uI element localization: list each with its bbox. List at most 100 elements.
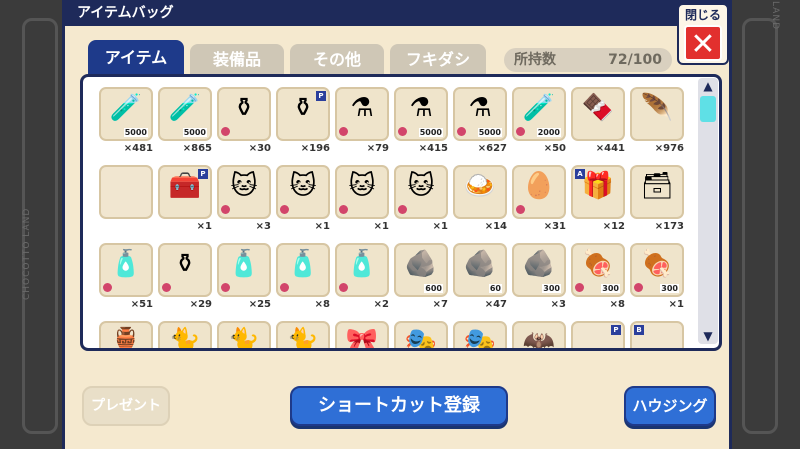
present-button[interactable]: プレゼント [82,386,170,426]
minus-badge-icon [221,283,230,292]
shortcut-button-label: ショートカット登録 [318,395,480,416]
item-value-badge: 300 [601,284,620,293]
tag-badge: A [575,169,585,179]
item-slot[interactable]: 🍛 [453,165,507,219]
item-slot[interactable]: 🐈 [276,321,330,348]
item-quantity: ×441 [595,143,625,154]
item-slot[interactable]: 🍖 300 [571,243,625,297]
item-quantity: ×14 [484,221,507,232]
item-value-badge: 300 [542,284,561,293]
item-slot[interactable]: ⚗ 5000 [394,87,448,141]
item-slot[interactable]: ⚱ [158,243,212,297]
minus-badge-icon [398,127,407,136]
item-slot[interactable]: ⚗ 5000 [453,87,507,141]
item-slot[interactable]: 🐱 [394,165,448,219]
shortcut-register-button[interactable]: ショートカット登録 [290,386,508,426]
close-button[interactable]: 閉じる ✕ [677,3,729,65]
item-slot[interactable]: 🧪 5000 [158,87,212,141]
item-value-badge: 5000 [418,128,443,137]
scroll-down-icon[interactable]: ▼ [701,330,715,342]
minus-badge-icon [103,283,112,292]
item-value-badge: 5000 [182,128,207,137]
item-slot[interactable]: 🍖 300 [630,243,684,297]
scrollbar-thumb[interactable] [700,96,716,122]
tab-other[interactable]: その他 [290,44,384,74]
item-quantity: ×25 [248,299,271,310]
item-slot[interactable]: 🪨 300 [512,243,566,297]
item-slot[interactable]: 🎀 [335,321,389,348]
item-slot[interactable]: 🗃 [630,165,684,219]
item-slot[interactable]: 🐱 [335,165,389,219]
item-slot[interactable]: 🎁 A [571,165,625,219]
item-slot[interactable]: 🧴 [99,243,153,297]
minus-badge-icon [339,205,348,214]
minus-badge-icon [457,127,466,136]
minus-badge-icon [221,205,230,214]
ore-bag-icon: 🪨 [404,249,438,279]
item-quantity: ×51 [130,299,153,310]
chest-icon: 🗃 [640,171,674,201]
item-slot[interactable]: 🧴 [276,243,330,297]
heart-chocolate-icon: 🍫 [581,93,615,123]
item-slot[interactable]: 🪶 [630,87,684,141]
item-slot[interactable]: 🥚 [512,165,566,219]
item-value-badge: 2000 [536,128,561,137]
item-slot[interactable]: P [571,321,625,348]
item-quantity: ×12 [602,221,625,232]
item-slot[interactable]: 🎭 [453,321,507,348]
tag-badge: P [316,91,326,101]
item-slot[interactable]: 🦇 [512,321,566,351]
flask-orange-icon: ⚗ [350,93,374,123]
item-icon: 🦇 [522,327,556,351]
item-quantity: ×976 [654,143,684,154]
window-title: アイテムバッグ [65,0,729,26]
item-slot[interactable]: B [630,321,684,348]
tag-badge: B [634,325,644,335]
item-quantity: ×1 [432,221,448,232]
item-slot[interactable]: ⚱ P [276,87,330,141]
tab-equipment[interactable]: 装備品 [190,44,284,74]
item-slot[interactable]: 🪨 600 [394,243,448,297]
item-value-badge: 5000 [477,128,502,137]
egg-icon: 🥚 [522,171,556,201]
item-quantity: ×47 [484,299,507,310]
up-bottle-icon: 🧴 [286,249,320,279]
item-slot[interactable]: 🎭 [394,321,448,348]
item-slot[interactable]: 🧰 P [158,165,212,219]
housing-button[interactable]: ハウジング [624,386,716,426]
item-quantity: ×7 [432,299,448,310]
item-slot[interactable]: ⚗ [335,87,389,141]
tab-items[interactable]: アイテム [88,40,184,74]
minus-badge-icon [221,127,230,136]
item-quantity: ×1 [196,221,212,232]
curry-icon: 🍛 [463,171,497,201]
item-slot[interactable]: 🧴 [335,243,389,297]
item-value-badge: 60 [488,284,502,293]
scroll-up-icon[interactable]: ▲ [701,80,715,92]
flask-green-icon: ⚗ [468,93,492,123]
item-slot[interactable]: ⚱ [217,87,271,141]
item-slot[interactable]: 🧴 [217,243,271,297]
item-slot[interactable]: 🏺 [99,321,153,348]
item-slot[interactable]: 🧪 2000 [512,87,566,141]
up-bottle-icon: 🧴 [345,249,379,279]
item-slot[interactable]: 🐱 [276,165,330,219]
item-quantity: ×627 [477,143,507,154]
housing-button-label: ハウジング [632,397,708,415]
item-slot[interactable]: 🐱 [217,165,271,219]
item-slot[interactable]: 🪨 60 [453,243,507,297]
item-slot[interactable]: 🐈 [158,321,212,348]
item-quantity: ×1 [668,299,684,310]
minus-badge-icon [516,127,525,136]
potion-red-icon: ⚱ [174,249,196,279]
tab-speech-bubble[interactable]: フキダシ [390,44,486,74]
food-plate-icon: 🍖 [640,249,674,279]
item-slot[interactable]: 🍫 [571,87,625,141]
item-slot[interactable] [99,165,153,219]
item-slot[interactable]: 🐈 [217,321,271,348]
ore-bag-icon: 🪨 [463,249,497,279]
item-slot[interactable]: 🧪 5000 [99,87,153,141]
cat-face-icon: 🐱 [407,171,435,201]
item-quantity: ×865 [182,143,212,154]
close-icon: ✕ [684,25,722,62]
